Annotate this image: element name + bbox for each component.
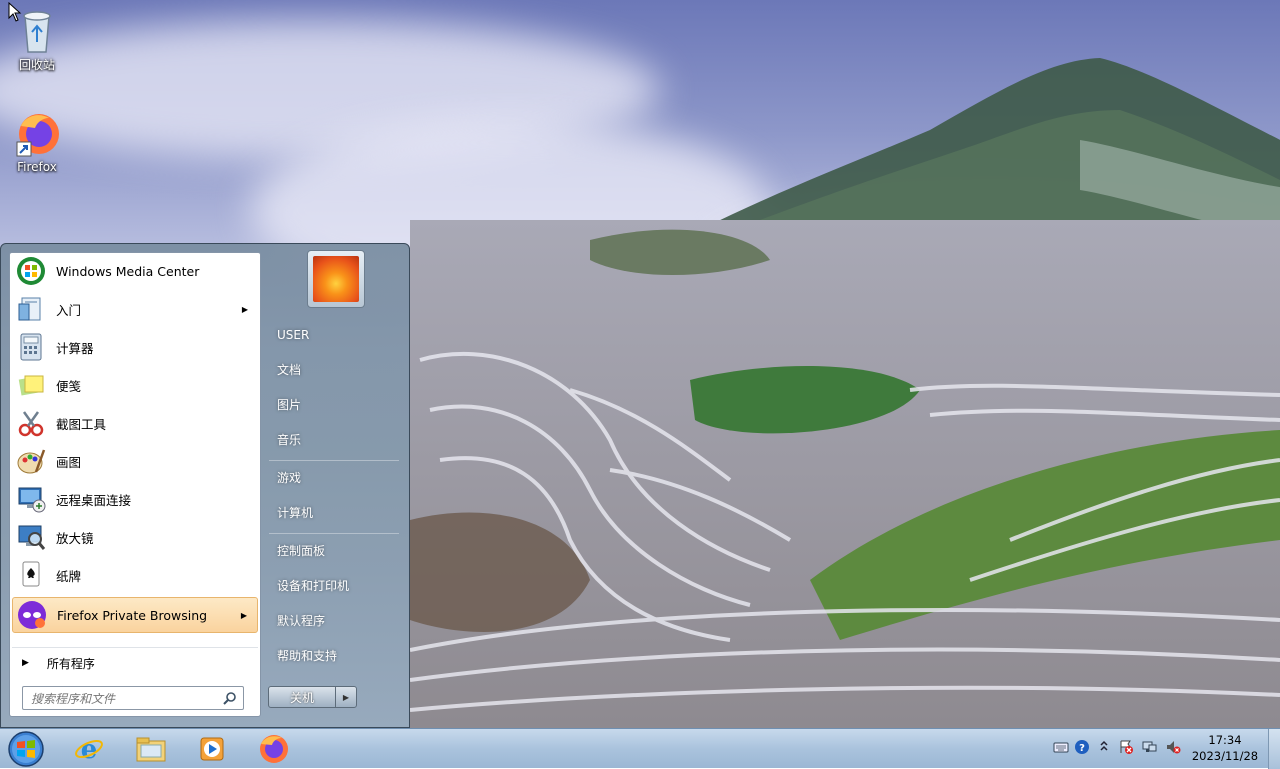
- program-snipping-tool[interactable]: 截图工具: [12, 405, 258, 441]
- calculator-icon: [16, 332, 46, 362]
- desktop-icon-firefox[interactable]: Firefox: [5, 112, 69, 174]
- taskbar-firefox[interactable]: [249, 731, 299, 767]
- mouse-cursor-icon: [8, 2, 22, 22]
- clock-date: 2023/11/28: [1191, 749, 1259, 763]
- media-player-icon: [200, 737, 224, 761]
- link-control-panel[interactable]: 控制面板: [263, 536, 403, 566]
- program-sticky-notes[interactable]: 便笺: [12, 367, 258, 403]
- separator: [269, 533, 399, 534]
- link-music[interactable]: 音乐: [263, 425, 403, 455]
- firefox-icon: [16, 114, 59, 157]
- program-label: 计算器: [56, 340, 94, 356]
- tray-volume[interactable]: [1164, 738, 1182, 756]
- program-label: 远程桌面连接: [56, 492, 132, 508]
- program-label: 纸牌: [56, 568, 82, 584]
- program-solitaire[interactable]: 纸牌: [12, 557, 258, 593]
- desktop-icon-label: 回收站: [18, 58, 55, 72]
- program-getting-started[interactable]: 入门 ▶: [12, 291, 258, 327]
- action-center-icon: [1120, 740, 1133, 754]
- program-firefox-private-browsing[interactable]: Firefox Private Browsing ▶: [12, 597, 258, 633]
- program-paint[interactable]: 画图: [12, 443, 258, 479]
- firefox-icon: [260, 735, 288, 763]
- volume-muted-icon: [1167, 741, 1181, 754]
- chevron-right-icon: ▶: [342, 693, 350, 702]
- clock-time: 17:34: [1208, 733, 1242, 747]
- submenu-arrow-icon: ▶: [241, 304, 248, 314]
- solitaire-icon: [16, 560, 46, 590]
- network-icon: [1142, 741, 1157, 752]
- search-input[interactable]: [29, 689, 213, 709]
- start-menu-programs-pane: Windows Media Center 入门 ▶ 计算器 便笺 截图工具 画图…: [9, 252, 261, 717]
- tray-action-center[interactable]: [1117, 738, 1135, 756]
- show-hidden-icons-icon: [1100, 740, 1108, 751]
- program-label: Firefox Private Browsing: [57, 607, 208, 623]
- search-icon[interactable]: [223, 691, 237, 705]
- program-label: 画图: [56, 454, 82, 470]
- program-label: 便笺: [56, 378, 82, 394]
- rice-terraces: [410, 220, 1280, 728]
- svg-text:e: e: [81, 735, 98, 764]
- svg-text:?: ?: [1079, 743, 1085, 754]
- submenu-arrow-icon: ▶: [240, 610, 247, 620]
- program-calculator[interactable]: 计算器: [12, 329, 258, 365]
- keyboard-icon: [1053, 742, 1069, 753]
- link-help-support[interactable]: 帮助和支持: [263, 641, 403, 671]
- link-computer[interactable]: 计算机: [263, 498, 403, 528]
- shutdown-options-button[interactable]: ▶: [335, 686, 357, 708]
- start-menu: Windows Media Center 入门 ▶ 计算器 便笺 截图工具 画图…: [0, 243, 410, 728]
- shutdown-button[interactable]: 关机: [268, 686, 336, 708]
- snipping-tool-icon: [16, 408, 46, 438]
- link-games[interactable]: 游戏: [263, 463, 403, 493]
- internet-explorer-icon: e: [75, 735, 103, 764]
- start-button[interactable]: [6, 730, 46, 768]
- link-pictures[interactable]: 图片: [263, 390, 403, 420]
- program-windows-media-center[interactable]: Windows Media Center: [12, 253, 258, 289]
- file-explorer-icon: [136, 737, 166, 762]
- program-label: 截图工具: [56, 416, 107, 432]
- recycle-bin-icon: [23, 11, 51, 53]
- program-label: 放大镜: [56, 530, 94, 546]
- user-avatar[interactable]: [307, 250, 365, 308]
- all-programs-label: 所有程序: [46, 656, 95, 671]
- getting-started-icon: [16, 294, 46, 324]
- program-remote-desktop[interactable]: 远程桌面连接: [12, 481, 258, 517]
- taskbar-clock[interactable]: 17:34 2023/11/28: [1190, 732, 1260, 764]
- taskbar-file-explorer[interactable]: [126, 731, 176, 767]
- tray-keyboard[interactable]: [1052, 738, 1070, 756]
- program-label: Windows Media Center: [56, 263, 200, 279]
- magnifier-icon: [16, 522, 46, 552]
- windows-media-center-icon: [16, 256, 46, 286]
- tray-help[interactable]: ?: [1073, 738, 1091, 756]
- desktop-icon-label: Firefox: [17, 160, 57, 174]
- link-default-programs[interactable]: 默认程序: [263, 606, 403, 636]
- link-documents[interactable]: 文档: [263, 355, 403, 385]
- help-icon: ?: [1075, 740, 1089, 754]
- taskbar-internet-explorer[interactable]: e: [64, 731, 114, 767]
- remote-desktop-icon: [16, 484, 46, 514]
- flower-picture: [313, 256, 359, 302]
- link-user[interactable]: USER: [263, 320, 403, 350]
- program-label: 入门: [56, 302, 82, 318]
- all-programs-button[interactable]: ▶ 所有程序: [12, 647, 258, 678]
- expand-arrow-icon: ▶: [22, 658, 29, 668]
- search-programs-box[interactable]: [22, 686, 244, 710]
- link-devices-printers[interactable]: 设备和打印机: [263, 571, 403, 601]
- program-magnifier[interactable]: 放大镜: [12, 519, 258, 555]
- taskbar: e ? 17:34 2023/11/28: [0, 728, 1280, 769]
- taskbar-media-player[interactable]: [187, 731, 237, 767]
- sticky-notes-icon: [16, 370, 46, 400]
- show-desktop-button[interactable]: [1268, 729, 1280, 769]
- tray-network[interactable]: [1140, 738, 1158, 756]
- firefox-private-browsing-icon: [17, 600, 47, 630]
- tray-show-hidden-icons[interactable]: [1095, 738, 1113, 756]
- separator: [269, 460, 399, 461]
- paint-icon: [16, 446, 46, 476]
